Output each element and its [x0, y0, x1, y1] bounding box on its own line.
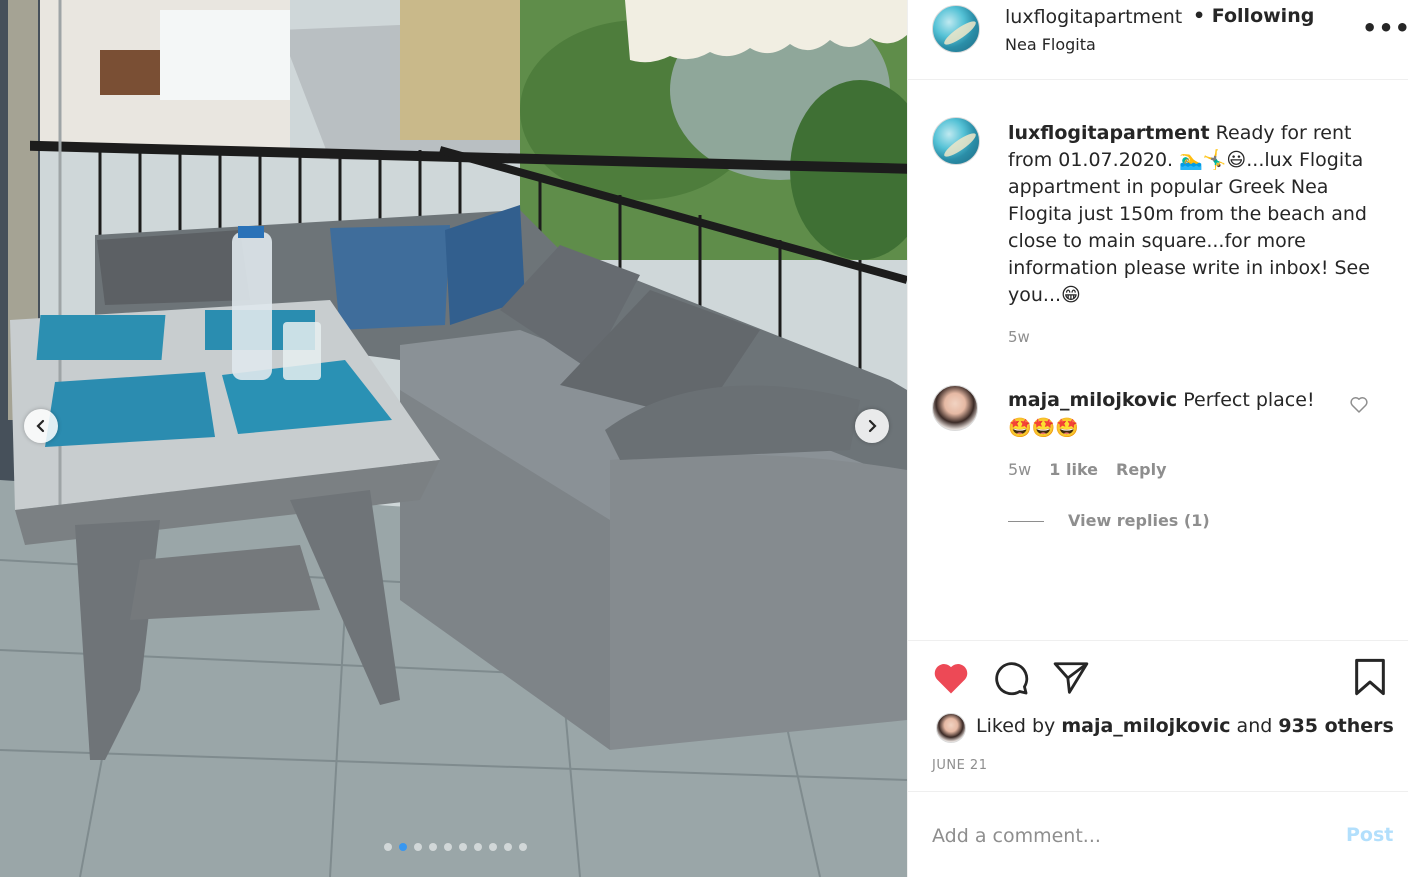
chevron-left-icon	[36, 419, 45, 433]
view-replies-label[interactable]: View replies (1)	[1068, 511, 1210, 530]
share-button[interactable]	[1052, 659, 1090, 701]
likes-prefix: Liked by	[976, 715, 1062, 737]
add-comment-input[interactable]	[932, 820, 1312, 852]
post-comment-button[interactable]: Post	[1346, 824, 1393, 846]
next-image-button[interactable]	[855, 409, 889, 443]
carousel-dot	[519, 843, 527, 851]
likes-others-count[interactable]: 935 others	[1278, 715, 1394, 737]
action-bar: Liked by maja_milojkovic and 935 others …	[908, 640, 1408, 790]
save-button[interactable]	[1352, 657, 1388, 701]
separator-dot: •	[1193, 5, 1206, 27]
carousel-dot	[399, 843, 407, 851]
bookmark-icon	[1355, 658, 1385, 696]
comment-timestamp[interactable]: 5w	[1008, 460, 1031, 479]
comment-composer: Post	[908, 791, 1408, 877]
reply-button[interactable]: Reply	[1116, 460, 1167, 479]
balcony-photo	[0, 0, 907, 877]
liker-username[interactable]: maja_milojkovic	[1061, 715, 1230, 737]
replies-divider	[1008, 521, 1044, 522]
likes-summary: Liked by maja_milojkovic and 935 others	[976, 715, 1394, 737]
author-avatar[interactable]	[932, 5, 980, 53]
post-location[interactable]: Nea Flogita	[1005, 35, 1096, 54]
paper-plane-icon	[1053, 662, 1089, 694]
heart-filled-icon	[934, 664, 968, 694]
comment-button[interactable]	[992, 659, 1030, 701]
carousel-dot	[474, 843, 482, 851]
speech-bubble-icon	[995, 662, 1029, 696]
author-username-text[interactable]: luxflogitapartment	[1005, 6, 1182, 28]
chevron-right-icon	[868, 419, 877, 433]
post-photo[interactable]	[0, 0, 907, 877]
following-button[interactable]: Following	[1212, 5, 1315, 27]
post-side-panel: luxflogitapartment • Following Nea Flogi…	[907, 0, 1408, 877]
caption-text: Ready for rent from 01.07.2020. 🏊‍♂️🤸‍♂️…	[1008, 122, 1370, 306]
carousel-indicator	[384, 843, 527, 851]
caption-author-avatar[interactable]	[932, 117, 980, 165]
comment-username[interactable]: maja_milojkovic	[1008, 389, 1177, 411]
caption-timestamp[interactable]: 5w	[1008, 328, 1030, 346]
follow-status[interactable]: • Following	[1193, 5, 1314, 27]
carousel-dot	[429, 843, 437, 851]
comment-like-icon[interactable]	[1350, 396, 1368, 417]
commenter-avatar[interactable]	[932, 385, 978, 431]
previous-image-button[interactable]	[24, 409, 58, 443]
carousel-dot	[414, 843, 422, 851]
caption-username[interactable]: luxflogitapartment	[1008, 122, 1210, 144]
post-date[interactable]: JUNE 21	[932, 758, 987, 773]
liker-avatar[interactable]	[936, 713, 966, 743]
carousel-dot	[459, 843, 467, 851]
likes-middle: and	[1230, 715, 1279, 737]
carousel-dot	[489, 843, 497, 851]
more-options-icon[interactable]: •••	[1362, 14, 1408, 42]
like-button[interactable]	[932, 661, 970, 699]
carousel-dot	[384, 843, 392, 851]
author-username[interactable]: luxflogitapartment	[1005, 6, 1182, 28]
post-caption: luxflogitapartment Ready for rent from 0…	[1008, 120, 1380, 309]
carousel-dot	[444, 843, 452, 851]
carousel-dot	[504, 843, 512, 851]
comment-likes-count[interactable]: 1 like	[1049, 460, 1098, 479]
comment-meta: 5w 1 like Reply	[1008, 460, 1167, 479]
post-header: luxflogitapartment • Following Nea Flogi…	[908, 0, 1408, 80]
comment: maja_milojkovic Perfect place!🤩🤩🤩	[1008, 386, 1338, 442]
